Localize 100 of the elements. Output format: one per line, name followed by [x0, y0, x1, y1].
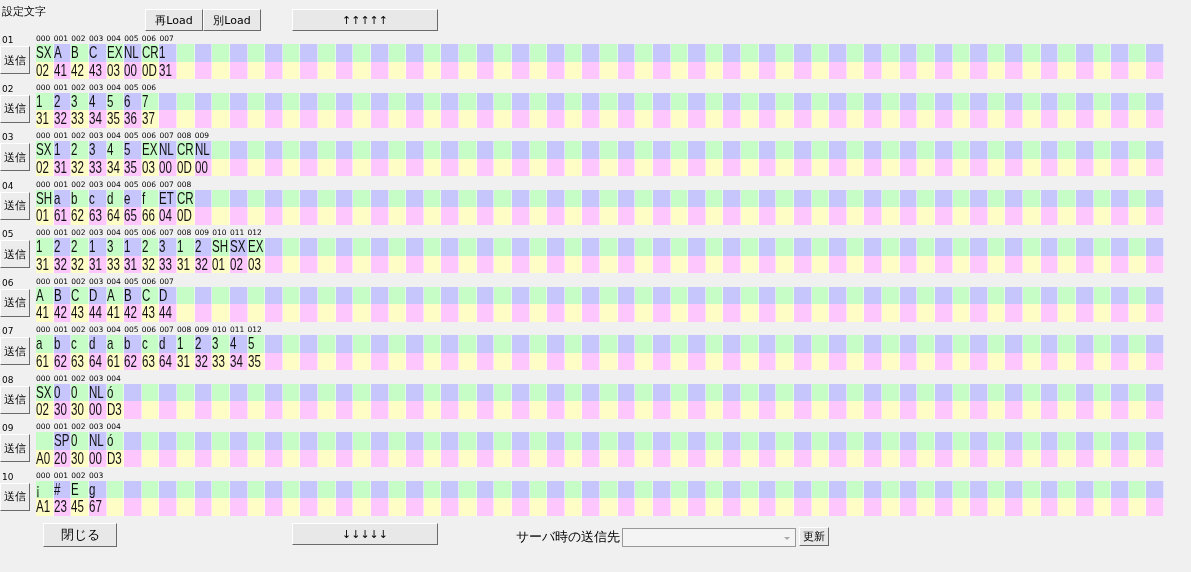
hex-text: 0D — [141, 61, 157, 79]
char-text: d — [106, 189, 113, 207]
char-text: d — [159, 335, 166, 353]
char-text: b — [53, 335, 61, 353]
update-button[interactable]: 更新 — [799, 527, 829, 546]
char-text: 0 — [53, 383, 61, 401]
row-number: 01 — [2, 35, 15, 46]
send-button[interactable]: 送信 — [0, 288, 30, 317]
char-text: SX — [36, 44, 52, 62]
char-text: 2 — [53, 92, 61, 110]
hex-text: 03 — [106, 61, 120, 79]
char-text: NL — [88, 432, 104, 450]
char-text: 0 — [71, 432, 78, 450]
char-text: 4 — [88, 92, 96, 110]
char-text: 3 — [88, 141, 96, 159]
send-button[interactable]: 送信 — [0, 143, 30, 171]
char-text: ET — [159, 189, 175, 207]
hex-text: 43 — [71, 304, 85, 322]
hex-text: 03 — [141, 158, 155, 176]
send-button[interactable]: 送信 — [0, 337, 30, 365]
hex-text: 63 — [71, 352, 85, 370]
hex-text: 37 — [141, 110, 155, 128]
send-button[interactable]: 送信 — [0, 94, 30, 123]
hex-text: 01 — [212, 255, 226, 273]
hex-text: 00 — [194, 158, 208, 176]
hex-text: 64 — [159, 352, 173, 370]
hex-text: 43 — [141, 304, 155, 322]
char-text: 3 — [106, 238, 113, 256]
title: 設定文字 — [2, 4, 47, 19]
send-button[interactable]: 送信 — [0, 240, 30, 268]
hex-text: 64 — [88, 352, 102, 370]
hex-text: 41 — [106, 304, 120, 322]
char-text: SH — [212, 238, 229, 256]
hex-text: 41 — [36, 304, 49, 322]
hex-text: 30 — [53, 401, 67, 419]
hex-text: 36 — [124, 110, 137, 128]
hex-text: 32 — [71, 158, 85, 176]
char-text: 1 — [124, 238, 131, 256]
hex-text: 32 — [141, 255, 155, 273]
char-text: e — [124, 189, 131, 207]
hex-text: 32 — [194, 352, 208, 370]
char-text: 2 — [71, 141, 78, 159]
hex-text: 33 — [106, 255, 120, 273]
char-text: 2 — [71, 238, 78, 256]
hex-text: 20 — [53, 449, 67, 467]
char-text: B — [124, 286, 132, 304]
up-button[interactable]: ↑↑↑↑↑ — [292, 9, 438, 31]
char-text: ó — [106, 432, 113, 450]
char-text: 7 — [141, 92, 149, 110]
hex-text: 61 — [106, 352, 120, 370]
hex-text: 61 — [53, 207, 67, 225]
send-button[interactable]: 送信 — [0, 191, 30, 220]
hex-text: 31 — [159, 61, 173, 79]
char-text: 2 — [53, 238, 61, 256]
hex-text: 44 — [159, 304, 173, 322]
hex-text: 30 — [71, 401, 85, 419]
char-text: NL — [124, 44, 139, 62]
send-button[interactable]: 送信 — [0, 482, 30, 511]
load-button[interactable]: 再Load — [145, 9, 203, 31]
row-number: 10 — [2, 471, 15, 483]
char-text: 3 — [159, 238, 166, 256]
hex-text: 34 — [88, 110, 102, 128]
char-text: EX — [141, 141, 158, 159]
char-text: 1 — [88, 238, 96, 256]
destination-dropdown[interactable] — [622, 528, 796, 547]
hex-text: 23 — [53, 498, 67, 516]
char-text: 1 — [177, 238, 184, 256]
hex-text: 33 — [159, 255, 173, 273]
hex-text: A1 — [36, 498, 51, 516]
char-text: 3 — [71, 92, 78, 110]
down-button[interactable]: ↓↓↓↓↓ — [292, 523, 438, 545]
hex-text: 35 — [106, 110, 120, 128]
char-text: 1 — [36, 92, 43, 110]
char-text: B — [71, 44, 79, 62]
send-button[interactable]: 送信 — [0, 385, 30, 414]
char-text: a — [53, 189, 61, 207]
char-text: SX — [229, 238, 246, 256]
hex-text: D3 — [106, 401, 122, 419]
hex-text: 34 — [229, 352, 243, 370]
char-text: B — [53, 286, 62, 304]
row-number: 09 — [2, 423, 15, 434]
char-text: a — [36, 335, 43, 353]
hex-text: 33 — [71, 110, 85, 128]
char-text: 1 — [159, 44, 166, 62]
load-button[interactable]: 別Load — [203, 9, 261, 31]
send-button[interactable]: 送信 — [0, 46, 30, 74]
char-text: g — [88, 480, 96, 498]
char-text: SH — [36, 189, 53, 207]
char-text: SP — [53, 432, 70, 450]
close-button[interactable]: 閉じる — [43, 523, 117, 547]
char-text: 5 — [106, 92, 113, 110]
char-text: D — [159, 286, 168, 304]
char-text: c — [141, 335, 148, 353]
char-text: A — [106, 286, 115, 304]
char-text: C — [88, 44, 98, 62]
char-text: 5 — [124, 141, 131, 159]
char-text: b — [124, 335, 131, 353]
send-button[interactable]: 送信 — [0, 434, 30, 462]
hex-text: 65 — [124, 207, 137, 225]
hex-text: 63 — [88, 207, 102, 225]
